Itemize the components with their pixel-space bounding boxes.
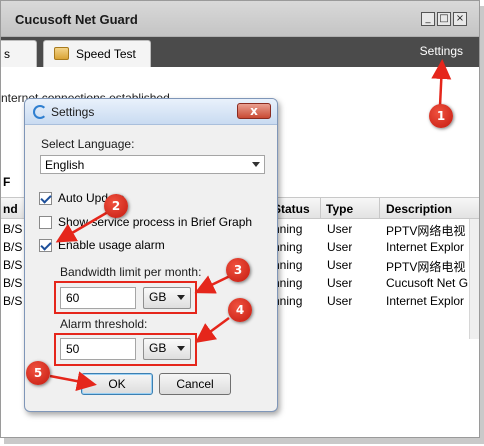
window-controls: _ □ × [421, 12, 467, 26]
language-select[interactable]: English [40, 155, 265, 174]
annotation-badge-4: 4 [228, 298, 252, 322]
title-bar: Cucusoft Net Guard _ □ × [1, 1, 479, 37]
column-separator [379, 198, 380, 219]
language-value: English [45, 158, 85, 172]
row-type: User [327, 294, 353, 308]
maximize-button[interactable]: □ [437, 12, 451, 26]
dialog-close-button[interactable]: x [237, 103, 271, 119]
vertical-scrollbar[interactable] [469, 219, 479, 339]
chevron-down-icon [252, 162, 260, 167]
tab-speed-test-label: Speed Test [76, 47, 136, 61]
row-description: Cucusoft Net G [386, 276, 469, 290]
usage-alarm-label: Enable usage alarm [58, 238, 165, 252]
settings-link[interactable]: Settings [420, 44, 463, 58]
annotation-badge-5: 5 [26, 361, 50, 385]
tab-previous-label: s [4, 47, 10, 61]
show-service-label: Show service process in Brief Graph [58, 215, 253, 229]
usage-alarm-checkbox[interactable] [39, 239, 52, 252]
row-type: User [327, 240, 353, 254]
ok-button[interactable]: OK [81, 373, 153, 395]
tab-previous[interactable]: s [1, 40, 37, 67]
auto-update-checkbox[interactable] [39, 192, 52, 205]
column-header-bandwidth[interactable]: nd [3, 202, 18, 216]
annotation-badge-1: 1 [429, 104, 453, 128]
row-type: User [327, 222, 353, 236]
row-description: Internet Explor [386, 240, 465, 254]
bandwidth-limit-label: Bandwidth limit per month: [60, 265, 202, 279]
highlight-threshold-box [54, 333, 197, 366]
column-header-type[interactable]: Type [326, 202, 353, 216]
show-service-checkbox[interactable] [39, 216, 52, 229]
annotation-badge-2: 2 [104, 194, 128, 218]
tab-strip: s Speed Test Settings [1, 37, 479, 67]
row-bandwidth: B/S [3, 294, 23, 308]
highlight-bandwidth-box [54, 281, 197, 314]
app-title: Cucusoft Net Guard [15, 12, 138, 27]
row-bandwidth: B/S [3, 276, 23, 290]
refresh-icon [33, 105, 47, 119]
toolbar-stub-label: F [3, 175, 11, 189]
row-type: User [327, 258, 353, 272]
row-description: PPTV网络电视 [386, 260, 466, 274]
row-bandwidth: B/S [3, 258, 23, 272]
column-header-description[interactable]: Description [386, 202, 452, 216]
close-button[interactable]: × [453, 12, 467, 26]
dialog-title: Settings [51, 105, 95, 119]
tab-speed-test[interactable]: Speed Test [43, 40, 151, 67]
alarm-threshold-label: Alarm threshold: [60, 317, 148, 331]
row-bandwidth: B/S [3, 222, 23, 236]
annotation-badge-3: 3 [226, 258, 250, 282]
dialog-title-bar: Settings x [25, 99, 277, 125]
minimize-button[interactable]: _ [421, 12, 435, 26]
row-description: Internet Explor [386, 294, 465, 308]
column-separator [320, 198, 321, 219]
language-label: Select Language: [41, 137, 135, 151]
row-bandwidth: B/S [3, 240, 23, 254]
cancel-button[interactable]: Cancel [159, 373, 231, 395]
column-header-status[interactable]: Status [273, 202, 310, 216]
row-type: User [327, 276, 353, 290]
row-description: PPTV网络电视 [386, 224, 466, 238]
speed-test-icon [54, 47, 69, 60]
